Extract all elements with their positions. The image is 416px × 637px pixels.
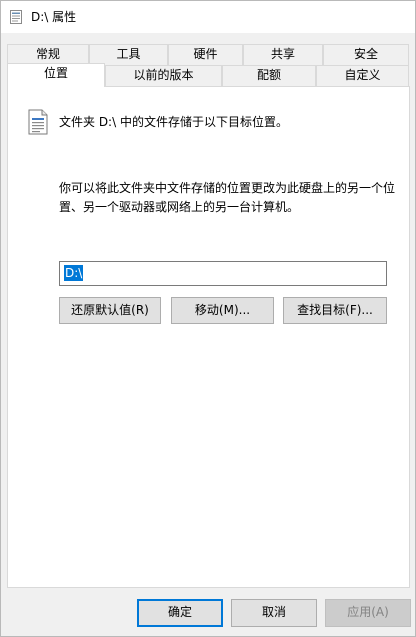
location-intro-text: 文件夹 D:\ 中的文件存储于以下目标位置。: [59, 115, 288, 129]
tab-location[interactable]: 位置: [7, 63, 105, 87]
tab-hardware[interactable]: 硬件: [168, 44, 243, 65]
tab-security[interactable]: 安全: [323, 44, 409, 65]
tab-sharing[interactable]: 共享: [243, 44, 323, 65]
location-panel: 文件夹 D:\ 中的文件存储于以下目标位置。 你可以将此文件夹中文件存储的位置更…: [7, 86, 410, 588]
drive-properties-icon: [10, 10, 22, 24]
location-description: 你可以将此文件夹中文件存储的位置更改为此硬盘上的另一个位置、另一个驱动器或网络上…: [59, 181, 396, 214]
ok-button[interactable]: 确定: [137, 599, 223, 627]
tab-general[interactable]: 常规: [7, 44, 89, 65]
path-value: D:\: [64, 265, 84, 281]
cancel-button[interactable]: 取消: [231, 599, 317, 627]
tab-customize[interactable]: 自定义: [316, 65, 409, 86]
apply-button[interactable]: 应用(A): [325, 599, 411, 627]
tab-tools[interactable]: 工具: [89, 44, 168, 65]
title-bar[interactable]: D:\ 属性: [1, 1, 415, 33]
document-folder-icon: [28, 109, 48, 135]
tab-previous-versions[interactable]: 以前的版本: [105, 65, 222, 86]
find-target-button[interactable]: 查找目标(F)...: [283, 297, 387, 324]
move-button[interactable]: 移动(M)...: [171, 297, 274, 324]
location-path-input[interactable]: D:\: [59, 261, 387, 286]
restore-default-button[interactable]: 还原默认值(R): [59, 297, 161, 324]
properties-window: D:\ 属性 常规 工具 硬件 共享 安全 位置 以前的版本 配额 自定义 文件…: [0, 0, 416, 637]
tab-quota[interactable]: 配额: [222, 65, 316, 86]
window-title: D:\ 属性: [31, 10, 77, 24]
